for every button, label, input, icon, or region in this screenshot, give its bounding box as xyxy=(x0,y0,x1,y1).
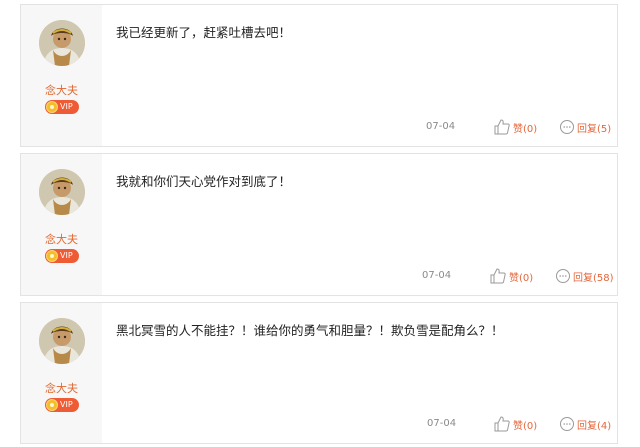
thumbs-up-icon xyxy=(494,416,510,432)
comment-meta: 07-04 赞(0) 回复(58) xyxy=(21,265,617,287)
vip-coin-icon xyxy=(46,399,58,411)
comment-text: 我已经更新了，赶紧吐槽去吧！ xyxy=(116,25,292,40)
like-label: 赞(0) xyxy=(513,123,538,135)
like-button[interactable]: 赞(0) xyxy=(489,265,533,287)
username[interactable]: 念大夫 xyxy=(21,380,102,396)
avatar[interactable] xyxy=(39,169,85,215)
comment-date: 07-04 xyxy=(427,418,457,429)
reply-bubble-icon xyxy=(560,417,574,431)
like-button[interactable]: 赞(0) xyxy=(493,413,537,435)
avatar[interactable] xyxy=(39,318,85,364)
vip-badge: VIP xyxy=(45,100,79,114)
comment-card: 念大夫 VIP 我已经更新了，赶紧吐槽去吧！ 07-04 赞(0) 回复(5) xyxy=(20,4,618,147)
thumbs-up-icon xyxy=(494,119,510,135)
vip-badge: VIP xyxy=(45,398,79,412)
avatar[interactable] xyxy=(39,20,85,66)
reply-label: 回复(4) xyxy=(577,420,612,432)
reply-bubble-icon xyxy=(556,269,570,283)
comment-meta: 07-04 赞(0) 回复(5) xyxy=(21,116,617,138)
vip-badge: VIP xyxy=(45,249,79,263)
comment-date: 07-04 xyxy=(426,121,456,132)
username[interactable]: 念大夫 xyxy=(21,231,102,247)
vip-coin-icon xyxy=(46,101,58,113)
reply-button[interactable]: 回复(4) xyxy=(559,413,611,435)
like-label: 赞(0) xyxy=(509,272,534,284)
thumbs-up-icon xyxy=(490,268,506,284)
vip-coin-icon xyxy=(46,250,58,262)
comment-date: 07-04 xyxy=(422,270,452,281)
comment-list: 念大夫 VIP 我已经更新了，赶紧吐槽去吧！ 07-04 赞(0) 回复(5) … xyxy=(0,0,640,447)
reply-bubble-icon xyxy=(560,120,574,134)
username[interactable]: 念大夫 xyxy=(21,82,102,98)
comment-text: 我就和你们天心党作对到底了！ xyxy=(116,174,292,189)
reply-label: 回复(5) xyxy=(577,123,612,135)
comment-meta: 07-04 赞(0) 回复(4) xyxy=(21,413,617,435)
vip-label: VIP xyxy=(60,400,73,409)
vip-label: VIP xyxy=(60,102,73,111)
reply-button[interactable]: 回复(58) xyxy=(555,265,614,287)
comment-card: 念大夫 VIP 黑北冥雪的人不能挂？！谁给你的勇气和胆量？！欺负雪是配角么？！ … xyxy=(20,302,618,444)
like-button[interactable]: 赞(0) xyxy=(493,116,537,138)
comment-text: 黑北冥雪的人不能挂？！谁给你的勇气和胆量？！欺负雪是配角么？！ xyxy=(116,323,504,338)
reply-label: 回复(58) xyxy=(573,272,614,284)
reply-button[interactable]: 回复(5) xyxy=(559,116,611,138)
comment-card: 念大夫 VIP 我就和你们天心党作对到底了！ 07-04 赞(0) 回复(58) xyxy=(20,153,618,296)
vip-label: VIP xyxy=(60,251,73,260)
like-label: 赞(0) xyxy=(513,420,538,432)
